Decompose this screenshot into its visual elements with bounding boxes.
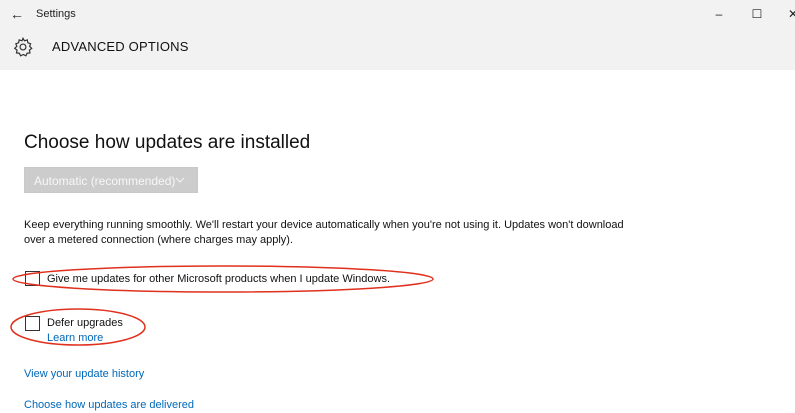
- other-products-label[interactable]: Give me updates for other Microsoft prod…: [47, 273, 390, 285]
- maximize-button[interactable]: ☐: [744, 4, 770, 24]
- gear-icon: [13, 36, 33, 57]
- close-button[interactable]: ✕: [780, 4, 795, 24]
- section-title: Choose how updates are installed: [24, 132, 311, 153]
- learn-more-link[interactable]: Learn more: [47, 332, 103, 344]
- back-button[interactable]: ←: [6, 4, 28, 24]
- defer-upgrades-checkbox[interactable]: [25, 316, 40, 331]
- app-title: Settings: [36, 8, 76, 20]
- minimize-button[interactable]: –: [706, 4, 732, 24]
- install-mode-dropdown[interactable]: Automatic (recommended): [24, 167, 198, 193]
- install-mode-value: Automatic (recommended): [34, 174, 176, 188]
- other-products-checkbox[interactable]: [25, 271, 40, 286]
- title-bar: ← Settings – ☐ ✕ ADVANCED OPTIONS: [0, 0, 795, 70]
- chevron-down-icon: [175, 177, 185, 183]
- update-history-link[interactable]: View your update history: [24, 368, 144, 380]
- page-title: ADVANCED OPTIONS: [52, 39, 189, 54]
- defer-upgrades-label[interactable]: Defer upgrades: [47, 317, 123, 329]
- update-delivery-link[interactable]: Choose how updates are delivered: [24, 399, 194, 411]
- install-description: Keep everything running smoothly. We'll …: [24, 219, 624, 246]
